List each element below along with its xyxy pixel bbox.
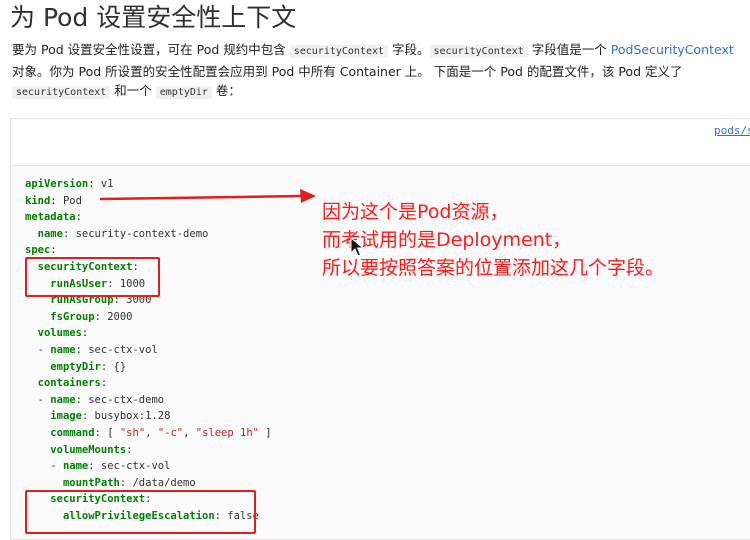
annotation-line-1: 因为这个是Pod资源，	[322, 201, 509, 223]
annotation-note: 因为这个是Pod资源， 而考试用的是Deployment， 所以要按照答案的位置…	[322, 198, 664, 282]
annotation-line-2: 而考试用的是Deployment，	[322, 229, 572, 251]
annotation-line-3: 所以要按照答案的位置添加这几个字段。	[322, 257, 665, 279]
mouse-cursor-icon	[350, 237, 364, 257]
